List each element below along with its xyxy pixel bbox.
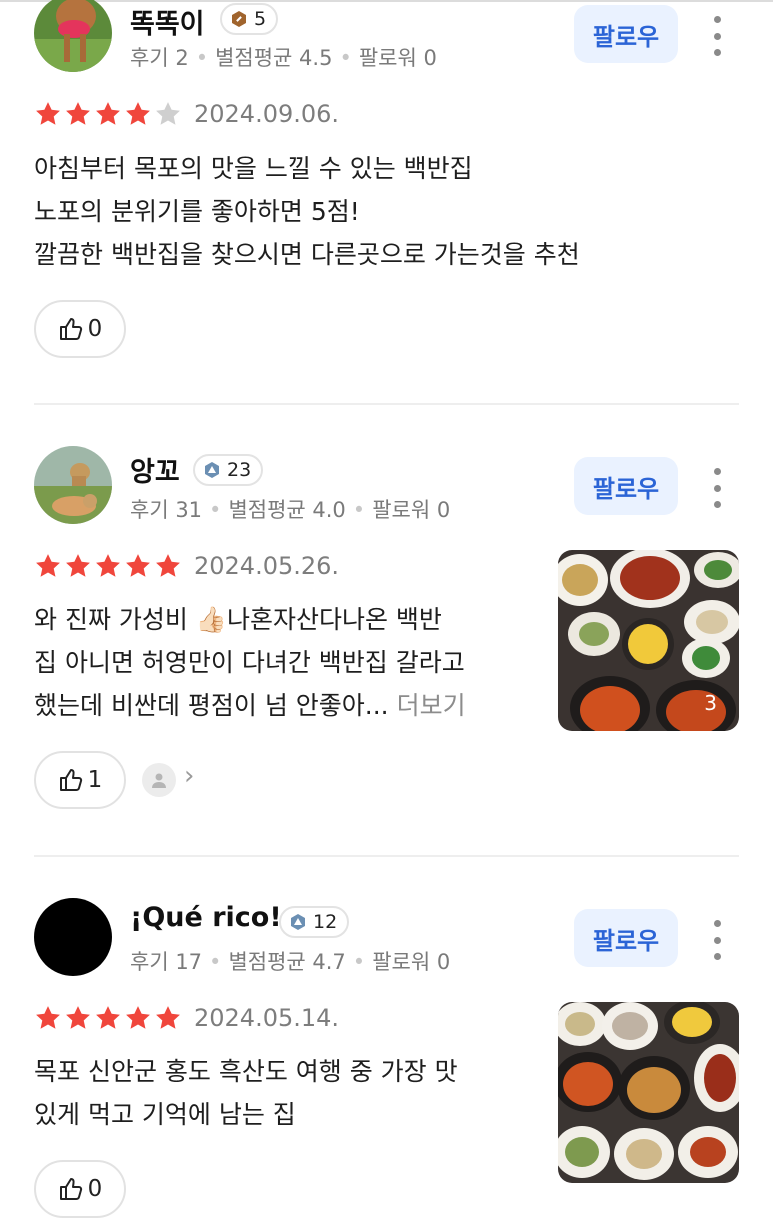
review-text-line-with-more: 했는데 비싼데 평점이 넘 안좋아... 더보기: [34, 684, 466, 727]
star-filled-icon: [36, 554, 60, 577]
chevron-right-icon[interactable]: ›: [184, 761, 194, 791]
separator-dot: •: [195, 46, 209, 70]
more-options-icon[interactable]: [705, 920, 729, 960]
user-avatar[interactable]: [34, 898, 112, 976]
username[interactable]: 똑똑이: [130, 2, 205, 41]
level-badge-icon: [205, 462, 219, 478]
review-date: 2024.09.06.: [194, 100, 340, 128]
like-button[interactable]: 1: [34, 751, 126, 809]
user-avatar[interactable]: [34, 0, 112, 72]
level-number: 12: [313, 911, 338, 933]
level-number: 23: [227, 459, 252, 481]
star-filled-icon: [126, 102, 150, 125]
review-text[interactable]: 와 진짜 가성비 👍🏻나혼자산다나온 백반 집 아니면 허영만이 다녀간 백반집…: [34, 598, 466, 727]
liker-avatar[interactable]: [142, 763, 176, 797]
star-filled-icon: [66, 554, 90, 577]
user-avatar[interactable]: [34, 446, 112, 524]
more-options-icon[interactable]: [705, 468, 729, 508]
user-stats: 후기 31 • 별점평균 4.0 • 팔로워 0: [130, 494, 450, 524]
like-count: 1: [87, 767, 103, 793]
star-filled-icon: [36, 1006, 60, 1029]
star-filled-icon: [66, 102, 90, 125]
average-rating: 별점평균 4.5: [215, 46, 333, 70]
follower-count: 팔로워 0: [358, 46, 437, 70]
review-text-line: 와 진짜 가성비 👍🏻나혼자산다나온 백반: [34, 605, 442, 634]
star-rating: [34, 100, 182, 128]
review-text-line: 노포의 분위기를 좋아하면 5점!: [34, 197, 360, 226]
separator-dot: •: [352, 498, 366, 522]
like-button[interactable]: 0: [34, 1160, 126, 1218]
review-count: 후기 2: [130, 46, 189, 70]
like-count: 0: [87, 316, 103, 342]
separator-dot: •: [209, 950, 222, 974]
review-count: 후기 31: [130, 498, 203, 522]
review-text-line: 있게 먹고 기억에 남는 집: [34, 1100, 296, 1129]
level-badge-icon: [232, 11, 246, 27]
star-filled-icon: [156, 554, 180, 577]
more-options-icon[interactable]: [705, 16, 729, 56]
follow-button[interactable]: 팔로우: [574, 457, 678, 515]
level-number: 5: [254, 8, 267, 30]
level-badge: 5: [220, 3, 279, 35]
thumbs-up-icon: [59, 1178, 82, 1200]
review-date: 2024.05.14.: [194, 1004, 340, 1032]
average-rating: 별점평균 4.7: [228, 950, 346, 974]
review-card: ¡Qué rico! 12 후기 17 • 별점평균 4.7 • 팔로워 0 팔로우 2…: [0, 856, 773, 1218]
review-photo[interactable]: [558, 1002, 739, 1183]
read-more-link[interactable]: 더보기: [397, 691, 466, 720]
star-filled-icon: [36, 102, 60, 125]
star-filled-icon: [96, 554, 120, 577]
follow-button[interactable]: 팔로우: [574, 909, 678, 967]
star-rating: [34, 552, 182, 580]
level-badge-icon: [291, 914, 305, 930]
star-filled-icon: [66, 1006, 90, 1029]
like-count: 0: [87, 1176, 103, 1202]
review-text-line: 깔끔한 백반집을 찾으시면 다른곳으로 가는것을 추천: [34, 240, 580, 269]
review-photo[interactable]: 3: [558, 550, 739, 731]
star-rating: [34, 1004, 182, 1032]
follower-count: 팔로워 0: [372, 498, 451, 522]
review-text-line: 목포 신안군 홍도 흑산도 여행 중 가장 맛: [34, 1057, 458, 1086]
review-text[interactable]: 아침부터 목포의 맛을 느낄 수 있는 백반집 노포의 분위기를 좋아하면 5점…: [34, 147, 580, 276]
review-card: 똑똑이 5 후기 2 • 별점평균 4.5 • 팔로워 0 팔로우 2024.09.06…: [0, 0, 773, 400]
star-empty-icon: [156, 102, 180, 125]
star-filled-icon: [126, 554, 150, 577]
star-filled-icon: [126, 1006, 150, 1029]
separator-dot: •: [339, 46, 352, 70]
review-text-line: 집 아니면 허영만이 다녀간 백반집 갈라고: [34, 648, 465, 677]
review-text-line: 아침부터 목포의 맛을 느낄 수 있는 백반집: [34, 154, 473, 183]
level-badge: 23: [193, 454, 264, 486]
star-filled-icon: [156, 1006, 180, 1029]
average-rating: 별점평균 4.0: [228, 498, 346, 522]
username[interactable]: 앙꼬: [130, 450, 180, 489]
follower-count: 팔로워 0: [372, 950, 451, 974]
thumbs-up-icon: [59, 318, 82, 340]
thumbs-up-icon: [59, 769, 82, 791]
review-text[interactable]: 목포 신안군 홍도 흑산도 여행 중 가장 맛 있게 먹고 기억에 남는 집: [34, 1050, 458, 1136]
review-text-line: 했는데 비싼데 평점이 넘 안좋아...: [34, 691, 389, 720]
separator-dot: •: [209, 498, 222, 522]
star-filled-icon: [96, 102, 120, 125]
level-badge: 12: [279, 906, 350, 938]
separator-dot: •: [352, 950, 366, 974]
review-count: 후기 17: [130, 950, 203, 974]
review-card: 앙꼬 23 후기 31 • 별점평균 4.0 • 팔로워 0 팔로우 2024.05.2…: [0, 404, 773, 854]
like-button[interactable]: 0: [34, 300, 126, 358]
review-date: 2024.05.26.: [194, 552, 340, 580]
photo-count: 3: [704, 691, 717, 715]
follow-button[interactable]: 팔로우: [574, 5, 678, 63]
person-icon: [152, 773, 166, 788]
user-stats: 후기 2 • 별점평균 4.5 • 팔로워 0: [130, 42, 437, 72]
username[interactable]: ¡Qué rico!: [130, 902, 282, 933]
star-filled-icon: [96, 1006, 120, 1029]
user-stats: 후기 17 • 별점평균 4.7 • 팔로워 0: [130, 946, 450, 976]
